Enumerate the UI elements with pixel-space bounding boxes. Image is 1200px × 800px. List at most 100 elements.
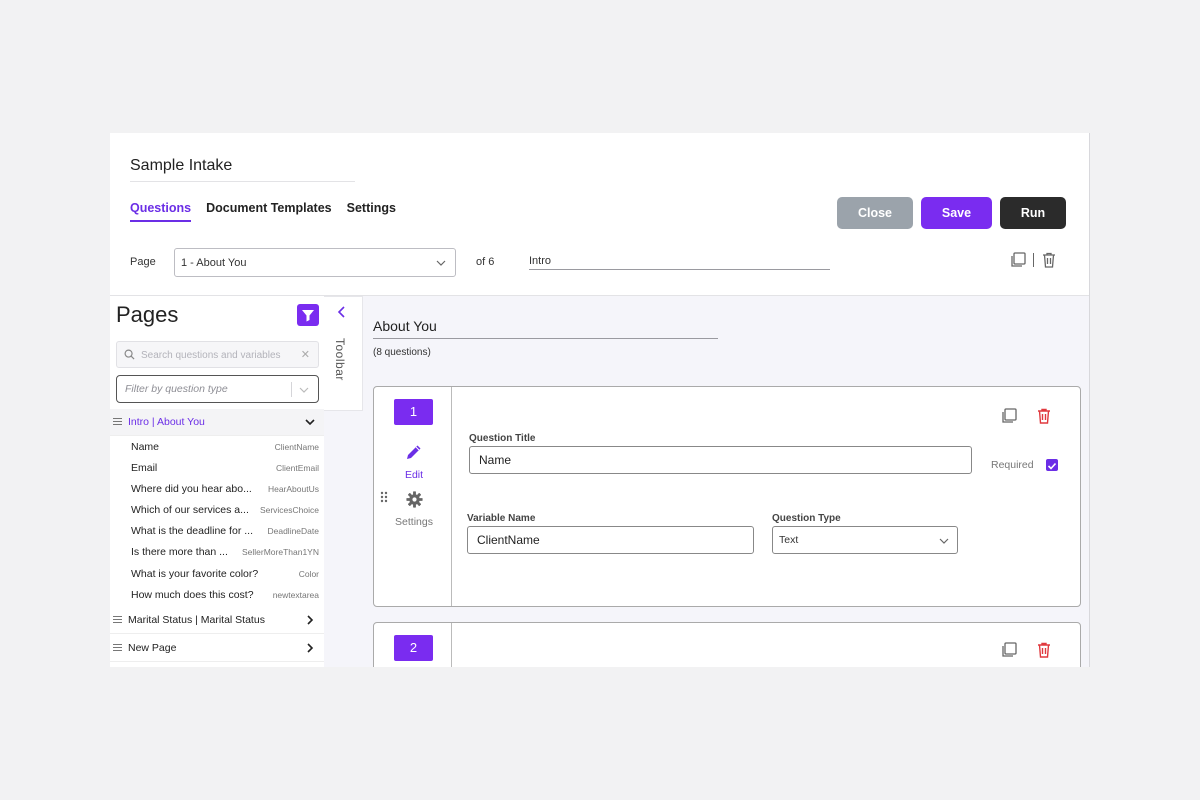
edit-button[interactable]: Edit [394, 442, 434, 481]
search-icon [124, 349, 135, 360]
copy-icon[interactable] [1000, 641, 1018, 659]
question-title: What is the deadline for ... [131, 525, 253, 537]
toolbar-label: Toolbar [333, 338, 347, 381]
trash-icon[interactable] [1035, 407, 1053, 425]
drag-handle-icon[interactable] [380, 491, 388, 503]
question-card: 1 Edit Settings Question Title Name Requ… [373, 386, 1081, 607]
clear-icon[interactable]: ✕ [301, 348, 310, 361]
list-item[interactable]: Is there more than ... SellerMoreThan1YN [131, 542, 319, 563]
question-variable: ServicesChoice [259, 505, 319, 515]
card-toolbar [1000, 641, 1053, 659]
edit-label: Edit [404, 469, 424, 481]
question-title: Email [131, 462, 158, 474]
card-actions-column: 1 Edit Settings [374, 387, 452, 606]
question-number: 2 [394, 635, 433, 661]
app-title-field[interactable]: Sample Intake [130, 157, 355, 182]
save-button[interactable]: Save [921, 197, 992, 229]
list-item[interactable]: Email ClientEmail [131, 458, 319, 479]
chevron-down-icon [305, 419, 315, 426]
gear-icon [405, 491, 423, 508]
required-label: Required [991, 459, 1034, 471]
question-variable: Color [298, 569, 319, 579]
tab-document-templates[interactable]: Document Templates [206, 201, 332, 222]
close-button[interactable]: Close [837, 197, 913, 229]
list-item[interactable]: Where did you hear abo... HearAboutUs [131, 479, 319, 500]
question-variable: DeadlineDate [267, 526, 319, 536]
chevron-right-icon [307, 615, 314, 625]
filter-icon [302, 310, 314, 322]
chevron-right-icon [307, 643, 314, 653]
list-item[interactable]: What is your favorite color? Color [131, 564, 319, 585]
page-select-value: 1 - About You [181, 257, 247, 269]
variable-name-input[interactable]: ClientName [467, 526, 754, 554]
page-group-marital-status[interactable]: Marital Status | Marital Status [110, 607, 324, 634]
pencil-icon [407, 445, 421, 459]
page-group-label: Marital Status | Marital Status [128, 614, 265, 626]
drag-handle-icon[interactable] [113, 418, 122, 427]
question-type-value: Text [779, 534, 799, 546]
tab-questions[interactable]: Questions [130, 201, 192, 222]
list-item[interactable]: What is the deadline for ... DeadlineDat… [131, 521, 319, 542]
question-variable: SellerMoreThan1YN [241, 547, 319, 557]
search-box: ✕ [116, 341, 319, 368]
variable-name-label: Variable Name [467, 513, 536, 524]
settings-button[interactable]: Settings [392, 490, 436, 528]
question-title: Is there more than ... [131, 546, 228, 558]
tab-bar: Questions Document Templates Settings [130, 201, 396, 222]
question-type-filter[interactable]: Filter by question type [116, 375, 319, 403]
required-checkbox[interactable] [1046, 459, 1058, 471]
toolbar-toggle[interactable]: Toolbar [324, 296, 363, 411]
filter-placeholder: Filter by question type [125, 383, 228, 395]
page-heading-input[interactable]: About You [373, 318, 718, 339]
separator [1033, 253, 1034, 267]
checkbox-checked-icon [1047, 462, 1057, 470]
page-name-input[interactable]: Intro [529, 255, 830, 270]
chevron-left-icon [337, 306, 345, 318]
page-group-label: New Page [128, 642, 177, 654]
question-title: Which of our services a... [131, 504, 249, 516]
pages-sidebar: Pages ✕ Filter by question type Intro | … [110, 296, 324, 667]
question-variable: newtextarea [272, 590, 319, 600]
page-actions [1009, 251, 1058, 269]
question-title: Where did you hear abo... [131, 483, 252, 495]
question-title: What is your favorite color? [131, 568, 259, 580]
page-group-label: Intro | About You [128, 416, 205, 428]
list-item[interactable]: Which of our services a... ServicesChoic… [131, 500, 319, 521]
filter-button[interactable] [297, 304, 319, 326]
trash-icon[interactable] [1040, 251, 1058, 269]
copy-icon[interactable] [1009, 251, 1027, 269]
question-variable: ClientEmail [276, 463, 319, 473]
search-input[interactable] [141, 347, 296, 363]
question-count: (8 questions) [373, 347, 431, 358]
page-select[interactable]: 1 - About You [174, 248, 456, 277]
tab-settings[interactable]: Settings [347, 201, 396, 222]
page-group-new-page[interactable]: New Page [110, 635, 324, 662]
chevron-down-icon [939, 538, 949, 544]
page-group-intro[interactable]: Intro | About You [110, 409, 324, 436]
trash-icon[interactable] [1035, 641, 1053, 659]
question-title-label: Question Title [469, 433, 536, 444]
question-type-select[interactable]: Text [772, 526, 958, 554]
card-toolbar [1000, 407, 1053, 425]
run-button[interactable]: Run [1000, 197, 1066, 229]
page-label: Page [130, 256, 156, 268]
chevron-down-icon [299, 387, 309, 393]
copy-icon[interactable] [1000, 407, 1018, 425]
question-title: Name [131, 441, 160, 453]
question-variable: HearAboutUs [267, 484, 319, 494]
list-item[interactable]: Name ClientName [131, 437, 319, 458]
page-navigation: Page 1 - About You of 6 Intro [130, 248, 1070, 278]
question-title-input[interactable]: Name [469, 446, 972, 474]
question-number: 1 [394, 399, 433, 425]
app-window: Sample Intake Questions Document Templat… [110, 133, 1090, 667]
chevron-down-icon [436, 260, 446, 266]
list-item[interactable]: How much does this cost? newtextarea [131, 585, 319, 606]
settings-label: Settings [395, 516, 433, 528]
question-variable: ClientName [274, 442, 319, 452]
drag-handle-icon[interactable] [113, 616, 122, 625]
drag-handle-icon[interactable] [113, 644, 122, 653]
separator [291, 382, 292, 397]
question-title: How much does this cost? [131, 589, 254, 601]
question-card: 2 [373, 622, 1081, 667]
pages-title: Pages [116, 302, 179, 327]
